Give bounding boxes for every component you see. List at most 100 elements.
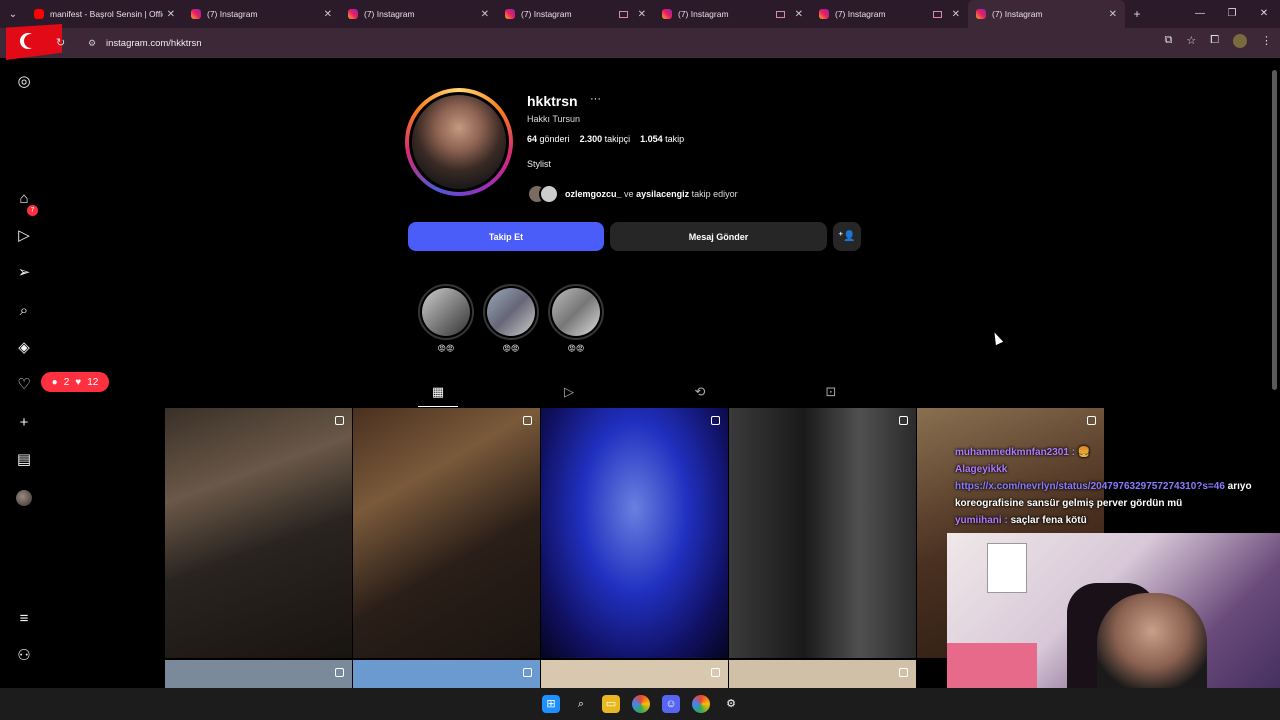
tab-instagram-5[interactable]: (7) Instagram ✕ [811, 0, 968, 28]
tab-title: (7) Instagram [835, 9, 886, 19]
close-icon[interactable]: ✕ [481, 9, 489, 20]
mouse-cursor [990, 330, 1004, 346]
close-window-icon[interactable]: ✕ [1248, 0, 1280, 28]
instagram-sidebar: ◎ ⌂ ▷ ➢ ⌕ ◈ ♡ + ▤ ≡ ⚇ [0, 58, 48, 688]
extensions-icon[interactable]: ⧠ [1210, 34, 1219, 48]
tab-instagram-4[interactable]: (7) Instagram ✕ [654, 0, 811, 28]
posts-grid-icon[interactable]: ▦ [428, 384, 448, 400]
close-icon[interactable]: ✕ [795, 9, 803, 20]
carousel-icon [899, 416, 908, 425]
profile-bio: Stylist [527, 159, 552, 169]
close-icon[interactable]: ✕ [952, 9, 960, 20]
story-highlight[interactable]: 😡😡 [483, 284, 539, 353]
tab-search-icon[interactable]: ⌄ [0, 0, 26, 28]
tab-bar: ⌄ manifest - Başrol Sensin | Officia ✕ (7… [0, 0, 1280, 28]
media-icon[interactable] [775, 10, 785, 18]
close-icon[interactable]: ✕ [324, 9, 332, 20]
tab-title: (7) Instagram [207, 9, 258, 19]
avatar [409, 92, 509, 192]
search-icon[interactable]: ⌕ [16, 303, 32, 319]
close-icon[interactable]: ✕ [1109, 9, 1117, 20]
media-icon[interactable] [618, 10, 628, 18]
instagram-icon [976, 9, 986, 19]
like-heart-icon: ♥ [75, 376, 82, 388]
comment-count: 2 [63, 376, 70, 388]
tab-title: (7) Instagram [992, 9, 1043, 19]
reels-icon[interactable]: ▷ [16, 228, 32, 244]
restore-icon[interactable]: ❐ [1216, 0, 1248, 28]
instagram-icon [505, 9, 515, 19]
discord-icon[interactable]: ☺ [662, 695, 680, 713]
tab-instagram-2[interactable]: (7) Instagram ✕ [340, 0, 497, 28]
post-thumbnail[interactable] [729, 660, 916, 690]
reels-tab-icon[interactable]: ▷ [559, 384, 579, 400]
more-options-icon[interactable]: ··· [590, 93, 601, 105]
close-icon[interactable]: ✕ [638, 9, 646, 20]
new-tab-button[interactable]: + [1125, 7, 1149, 21]
file-explorer-icon[interactable]: ▭ [602, 695, 620, 713]
bookmark-star-icon[interactable]: ☆ [1186, 34, 1196, 48]
instagram-icon [348, 9, 358, 19]
browser-menu-icon[interactable]: ⋮ [1261, 34, 1272, 48]
install-app-icon[interactable]: ⧉ [1164, 34, 1172, 48]
follow-button[interactable]: Takip Et [408, 222, 604, 251]
more-menu-icon[interactable]: ≡ [16, 611, 32, 627]
activity-notification-pill[interactable]: ● 2 ♥ 12 [41, 372, 109, 392]
profile-username: hkktrsn [527, 93, 578, 109]
post-thumbnail[interactable] [541, 660, 728, 690]
active-tab-indicator [418, 406, 458, 407]
youtube-icon [34, 9, 44, 19]
chrome-icon[interactable] [692, 695, 710, 713]
story-highlight[interactable]: 😡😡 [418, 284, 474, 353]
mutual-followers[interactable]: ozlemgozcu_ ve aysilacengiz takip ediyor [527, 184, 738, 204]
create-icon[interactable]: + [16, 415, 32, 431]
post-thumbnail[interactable] [165, 660, 352, 690]
post-thumbnail[interactable] [353, 660, 540, 690]
explore-icon[interactable]: ◈ [16, 340, 32, 356]
post-thumbnail[interactable] [165, 408, 352, 658]
page-scrollbar[interactable] [1272, 70, 1277, 390]
post-thumbnail[interactable] [541, 408, 728, 658]
messages-icon[interactable]: ➢ [16, 265, 32, 281]
minimize-icon[interactable]: — [1184, 0, 1216, 28]
tab-instagram-active[interactable]: (7) Instagram ✕ [968, 0, 1125, 28]
chat-message: Alageyikkk [955, 464, 1008, 475]
tab-instagram-3[interactable]: (7) Instagram ✕ [497, 0, 654, 28]
url-bar[interactable]: ⚙ instagram.com/hkktrsn [80, 32, 1140, 54]
media-icon[interactable] [932, 10, 942, 18]
site-info-icon[interactable]: ⚙ [88, 38, 98, 48]
highlight-label: 😡😡 [437, 344, 455, 353]
tab-instagram-1[interactable]: (7) Instagram ✕ [183, 0, 340, 28]
tagged-icon[interactable]: ⊡ [821, 384, 841, 400]
post-thumbnail[interactable] [729, 408, 916, 658]
instagram-icon [662, 9, 672, 19]
profile-tabs: ▦ ▷ ⟲ ⊡ [165, 378, 915, 408]
stream-chat-overlay: muhammedkmnfan2301 : 🍔 Alageyikkk https:… [955, 444, 1275, 529]
chat-message: muhammedkmnfan2301 : 🍔 [955, 447, 1091, 458]
profile-nav-avatar[interactable] [16, 490, 32, 506]
settings-gear-icon[interactable]: ⚙ [722, 695, 740, 713]
following-stat[interactable]: 1.054 takip [640, 134, 684, 144]
reload-icon[interactable]: ↻ [56, 36, 65, 49]
close-icon[interactable]: ✕ [167, 9, 175, 20]
tab-youtube[interactable]: manifest - Başrol Sensin | Officia ✕ [26, 0, 183, 28]
browser-profile-avatar[interactable] [1233, 34, 1247, 48]
windows-start-icon[interactable]: ⊞ [542, 695, 560, 713]
post-thumbnail[interactable] [353, 408, 540, 658]
suggest-user-button[interactable]: ⁺👤 [833, 222, 861, 251]
url-text: instagram.com/hkktrsn [106, 37, 202, 49]
story-highlight[interactable]: 😡😡 [548, 284, 604, 353]
threads-icon[interactable]: ⚇ [16, 648, 32, 664]
highlight-label: 😡😡 [567, 344, 585, 353]
dashboard-icon[interactable]: ▤ [16, 452, 32, 468]
taskbar-search-icon[interactable]: ⌕ [572, 695, 590, 713]
like-count: 12 [87, 376, 99, 388]
add-user-icon: ⁺👤 [838, 231, 856, 242]
instagram-logo-icon[interactable]: ◎ [16, 74, 32, 90]
reposts-icon[interactable]: ⟲ [690, 384, 710, 400]
notifications-heart-icon[interactable]: ♡ [16, 377, 32, 393]
comment-icon: ● [51, 376, 58, 388]
chrome-icon[interactable] [632, 695, 650, 713]
message-button[interactable]: Mesaj Gönder [610, 222, 827, 251]
followers-stat[interactable]: 2.300 takipçi [580, 134, 631, 144]
